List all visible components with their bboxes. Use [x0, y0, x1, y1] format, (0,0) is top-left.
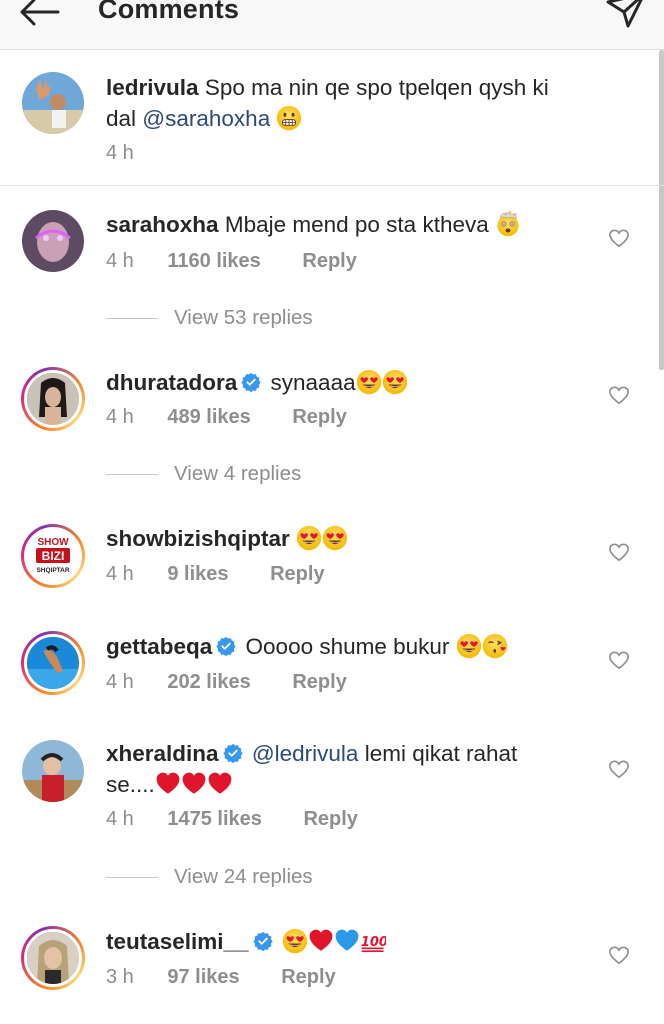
hundred-points-icon — [360, 928, 386, 954]
comment-username[interactable]: sarahoxha — [106, 212, 219, 237]
reply-button[interactable]: Reply — [302, 250, 356, 272]
reply-button[interactable]: Reply — [303, 808, 357, 830]
avatar[interactable] — [22, 210, 84, 272]
reply-button[interactable]: Reply — [292, 671, 346, 693]
view-replies-label: View 24 replies — [174, 865, 313, 888]
page-title: Comments — [98, 0, 240, 24]
heart-eyes-icon — [456, 633, 482, 659]
share-button[interactable] — [604, 0, 648, 32]
arrow-left-icon — [20, 0, 60, 26]
comment-time: 4 h — [106, 406, 134, 428]
comment-likes[interactable]: 202 likes — [167, 671, 250, 693]
red-heart-icon — [181, 771, 207, 797]
avatar[interactable] — [22, 72, 84, 134]
post-caption: ledrivula Spo ma nin qe spo tpelqen qysh… — [0, 50, 664, 186]
comment-time: 4 h — [106, 808, 134, 830]
view-replies-button[interactable]: View 4 replies — [106, 462, 301, 492]
heart-icon[interactable] — [608, 542, 630, 562]
red-heart-icon — [308, 928, 334, 954]
exploding-head-icon — [495, 211, 521, 237]
comment-username[interactable]: showbizishqiptar — [106, 526, 290, 551]
grimacing-face-icon — [276, 105, 302, 131]
avatar-text-bizi: BIZI — [42, 549, 65, 563]
comment-time: 4 h — [106, 563, 134, 585]
caption-mention[interactable]: @sarahoxha — [142, 106, 270, 131]
view-replies-label: View 4 replies — [174, 462, 302, 485]
avatar-text-show: SHOW — [37, 537, 69, 548]
avatar[interactable] — [22, 740, 84, 802]
verified-badge-icon — [253, 931, 273, 951]
blue-heart-icon — [334, 928, 360, 954]
heart-icon[interactable] — [608, 385, 630, 405]
reply-button[interactable]: Reply — [281, 966, 335, 988]
comment-time: 3 h — [106, 966, 134, 988]
back-button[interactable] — [14, 0, 64, 32]
comment-text: lemi qikat rahat — [364, 741, 518, 766]
comment-username[interactable]: xheraldina — [106, 741, 219, 766]
comments-header: Comments — [0, 0, 664, 50]
view-replies-button[interactable]: View 24 replies — [106, 865, 313, 895]
comment-time: 4 h — [106, 250, 134, 272]
heart-icon[interactable] — [608, 228, 630, 248]
comment-time: 4 h — [106, 671, 134, 693]
red-heart-icon — [207, 771, 233, 797]
reply-button[interactable]: Reply — [270, 563, 324, 585]
heart-icon[interactable] — [608, 945, 630, 965]
verified-badge-icon — [216, 636, 236, 656]
avatar-text-shqiptar: SHQIPTAR — [36, 567, 69, 574]
reply-button[interactable]: Reply — [292, 406, 346, 428]
comment-likes[interactable]: 1475 likes — [167, 808, 262, 830]
view-replies-label: View 53 replies — [174, 306, 313, 329]
heart-eyes-icon — [322, 525, 348, 551]
verified-badge-icon — [223, 743, 243, 763]
comment-text: Mbaje mend po sta ktheva — [224, 212, 489, 237]
comment-username[interactable]: gettabeqa — [106, 634, 212, 659]
red-heart-icon — [155, 771, 181, 797]
comment-username[interactable]: dhuratadora — [106, 370, 237, 395]
comment-text: Ooooo shume bukur — [245, 634, 450, 659]
avatar[interactable] — [21, 367, 85, 431]
verified-badge-icon — [241, 372, 261, 392]
heart-icon[interactable] — [608, 759, 630, 779]
comment-username[interactable]: teutaselimi__ — [106, 929, 249, 954]
avatar[interactable]: SHOW BIZI SHQIPTAR — [21, 524, 85, 588]
comment-likes[interactable]: 489 likes — [167, 406, 250, 428]
paper-plane-icon — [606, 0, 643, 28]
heart-icon[interactable] — [608, 650, 630, 670]
caption-time: 4 h — [106, 142, 134, 164]
comment-text-line2: se.... — [106, 772, 155, 797]
avatar[interactable] — [21, 926, 85, 990]
comment-likes[interactable]: 1160 likes — [167, 250, 260, 272]
heart-eyes-icon — [382, 369, 408, 395]
caption-username[interactable]: ledrivula — [106, 75, 199, 100]
view-replies-button[interactable]: View 53 replies — [106, 306, 313, 336]
avatar[interactable] — [21, 631, 85, 695]
comment-text: synaaaa — [270, 370, 356, 395]
comment-likes[interactable]: 97 likes — [167, 966, 239, 988]
heart-eyes-icon — [356, 369, 382, 395]
kissing-face-icon — [482, 633, 508, 659]
heart-eyes-icon — [282, 928, 308, 954]
heart-eyes-icon — [296, 525, 322, 551]
comment-mention[interactable]: @ledrivula — [252, 741, 359, 766]
comment-likes[interactable]: 9 likes — [167, 563, 228, 585]
